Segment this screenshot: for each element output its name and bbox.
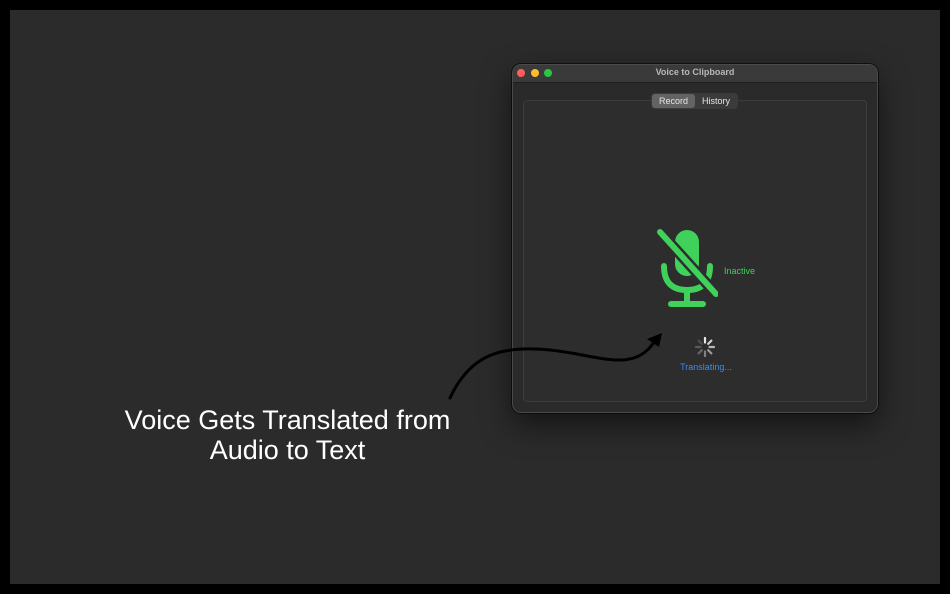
caption-line-2: Audio to Text (209, 435, 366, 465)
tab-history[interactable]: History (695, 94, 737, 108)
loading-spinner-icon (694, 336, 716, 358)
tab-bar: Record History (651, 93, 739, 109)
caption-line-1: Voice Gets Translated from (124, 405, 451, 435)
microphone-slash-icon[interactable] (656, 228, 718, 312)
annotation-caption: Voice Gets Translated from Audio to Text (110, 405, 465, 465)
window-title: Voice to Clipboard (655, 67, 735, 77)
tab-record[interactable]: Record (652, 94, 696, 108)
annotation-arrow (448, 333, 662, 400)
translating-progress-label: Translating... (680, 362, 732, 372)
status-label: Inactive (724, 266, 756, 276)
title-bar[interactable]: Voice to Clipboard (513, 65, 877, 83)
